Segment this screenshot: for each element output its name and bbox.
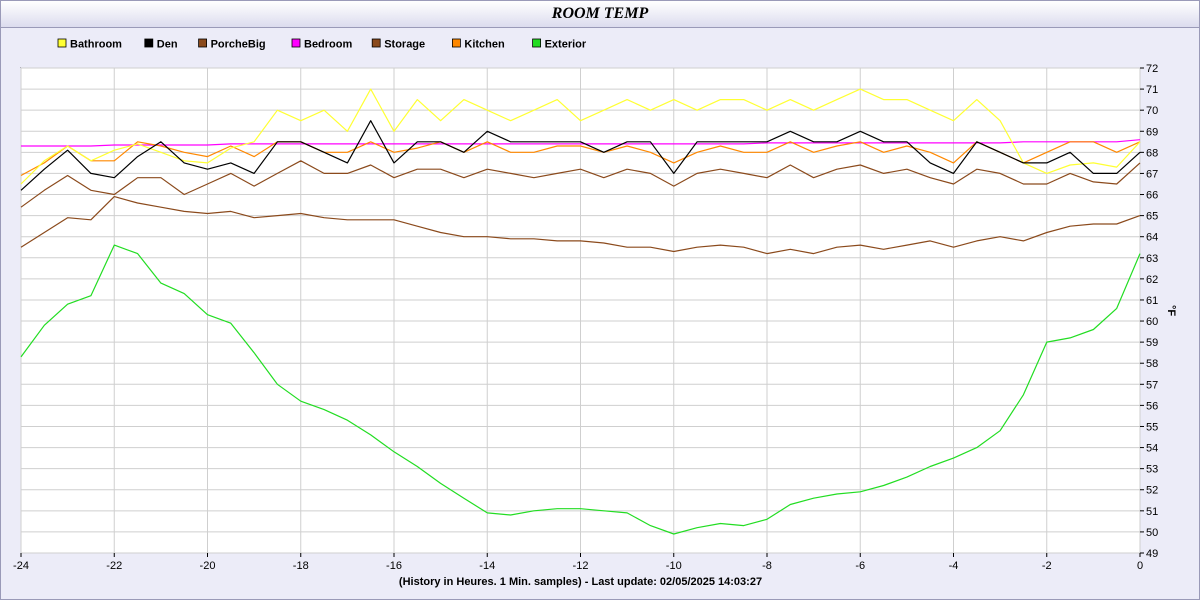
x-axis: -24 -22 -20 -18 -16 -14 -12 -10 -8 -6 -4 -2 0	[13, 553, 1143, 572]
x-tick-label: -22	[106, 560, 122, 572]
legend-item-den: Den	[144, 38, 178, 51]
y-tick-label: 67	[1146, 168, 1158, 180]
y-tick-label: 66	[1146, 190, 1158, 202]
x-tick-label: -4	[949, 560, 959, 572]
y-tick-label: 56	[1146, 400, 1158, 412]
legend-swatch	[57, 38, 67, 48]
y-tick-label: 68	[1146, 147, 1158, 159]
y-tick-label: 60	[1146, 316, 1158, 328]
y-tick-label: 52	[1146, 485, 1158, 497]
x-tick-label: -12	[573, 560, 589, 572]
legend-item-bathroom: Bathroom	[57, 38, 122, 51]
x-tick-label: -8	[762, 560, 772, 572]
legend-item-porchebig: PorcheBig	[198, 38, 266, 51]
x-tick-label: -10	[666, 560, 682, 572]
y-tick-label: 64	[1146, 232, 1158, 244]
y-tick-label: 69	[1146, 126, 1158, 138]
x-tick-label: -24	[13, 560, 29, 572]
y-tick-label: 55	[1146, 421, 1158, 433]
x-tick-label: -2	[1042, 560, 1052, 572]
legend-swatch	[144, 38, 154, 48]
legend-label: PorcheBig	[211, 39, 266, 51]
y-tick-label: 70	[1146, 105, 1158, 117]
y-axis-label: °F	[1165, 305, 1177, 316]
y-tick-label: 49	[1146, 548, 1158, 560]
y-tick-label: 62	[1146, 274, 1158, 286]
legend-swatch	[451, 38, 461, 48]
legend-item-bedroom: Bedroom	[291, 38, 353, 51]
y-tick-label: 54	[1146, 443, 1158, 455]
x-tick-label: -20	[200, 560, 216, 572]
legend-swatch	[371, 38, 381, 48]
legend-swatch	[198, 38, 208, 48]
y-tick-label: 50	[1146, 527, 1158, 539]
legend-label: Bathroom	[70, 39, 122, 51]
y-tick-label: 58	[1146, 358, 1158, 370]
y-axis: 49 50 51 52 53 54 55 56 57 58 59 60 61 62 63 64 65 66 67 68…	[1140, 63, 1158, 560]
x-tick-label: -6	[855, 560, 865, 572]
y-tick-label: 61	[1146, 295, 1158, 307]
legend-label: Bedroom	[304, 39, 353, 51]
y-tick-label: 71	[1146, 84, 1158, 96]
x-tick-label: -16	[386, 560, 402, 572]
legend-swatch	[291, 38, 301, 48]
legend-swatch	[532, 38, 541, 48]
legend: Bathroom Den PorcheBig Bedroom Storage Kitche…	[57, 38, 587, 51]
y-tick-label: 53	[1146, 464, 1158, 476]
x-tick-label: -14	[479, 560, 495, 572]
legend-item-exterior: Exterior	[532, 38, 587, 51]
y-tick-label: 57	[1146, 379, 1158, 391]
line-chart: Bathroom Den PorcheBig Bedroom Storage Kitche…	[13, 38, 1177, 589]
legend-item-kitchen: Kitchen	[451, 38, 505, 51]
legend-label: Den	[157, 39, 178, 51]
legend-label: Exterior	[545, 39, 587, 51]
y-tick-label: 63	[1146, 253, 1158, 265]
legend-item-storage: Storage	[371, 38, 425, 51]
legend-label: Kitchen	[464, 39, 505, 51]
x-tick-label: 0	[1137, 560, 1143, 572]
y-tick-label: 59	[1146, 337, 1158, 349]
y-tick-label: 65	[1146, 211, 1158, 223]
x-tick-label: -18	[293, 560, 309, 572]
y-tick-label: 72	[1146, 63, 1158, 75]
y-tick-label: 51	[1146, 506, 1158, 518]
legend-label: Storage	[384, 39, 425, 51]
x-axis-label: (History in Heures. 1 Min. samples) - La…	[399, 576, 762, 588]
